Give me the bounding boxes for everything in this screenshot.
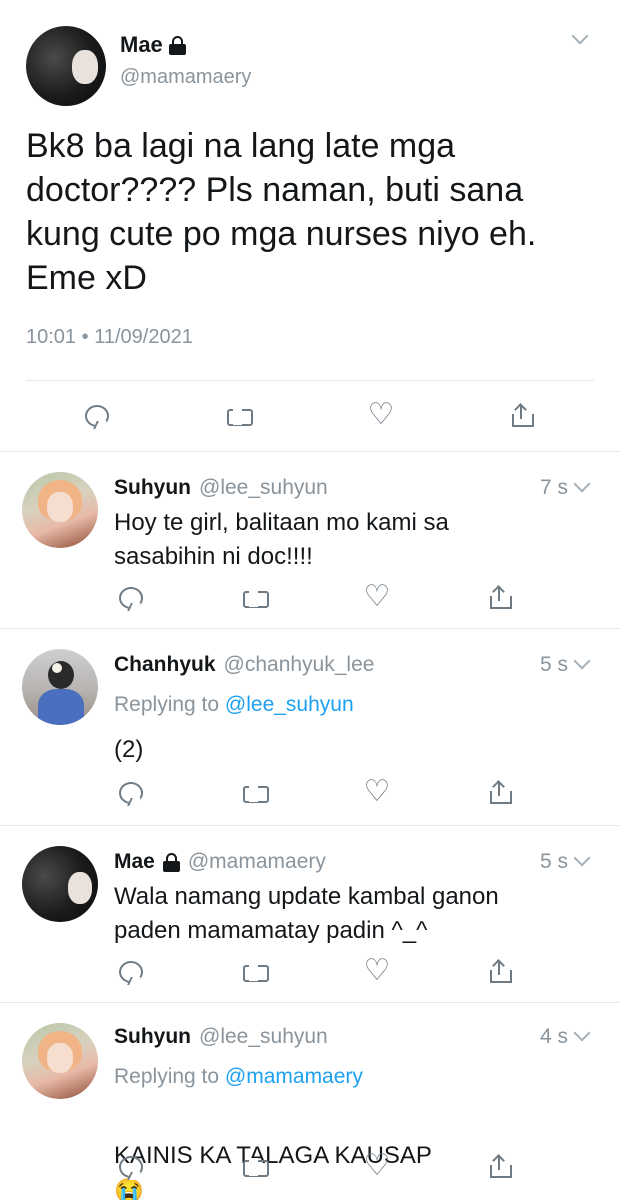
avatar[interactable] [26,26,106,106]
share-icon[interactable] [486,958,516,988]
replying-to: Replying to @mamamaery [114,1065,363,1089]
divider [26,380,594,381]
chevron-down-icon[interactable] [574,655,590,671]
share-icon[interactable] [486,779,516,809]
retweet-icon[interactable] [224,402,254,432]
author-name[interactable]: Mae [120,32,163,58]
reply-icon[interactable] [116,584,146,614]
reply-tweet[interactable]: Mae @mamamaery 5 s Wala namang update ka… [0,826,620,1002]
reply-icon[interactable] [116,1153,146,1183]
reply-author-row: Chanhyuk @chanhyuk_lee [114,653,374,677]
author-handle[interactable]: @mamamaery [120,66,251,89]
chevron-down-icon[interactable] [574,852,590,868]
reply-author-handle[interactable]: @mamamaery [188,850,326,874]
retweet-icon[interactable] [240,584,270,614]
heart-icon[interactable]: ♡ [362,1151,392,1181]
reply-text-row: KAINIS KA TALAGA KAUSAP 😭 [114,1105,594,1200]
reply-time: 5 s [539,653,568,676]
chevron-down-icon[interactable] [574,1027,590,1043]
reply-tweet[interactable]: Suhyun @lee_suhyun 7 s Hoy te girl, bali… [0,452,620,628]
chevron-down-icon[interactable] [574,478,590,494]
avatar[interactable] [22,472,98,548]
meta-separator: • [81,326,89,348]
share-icon[interactable] [486,584,516,614]
crying-face-emoji: 😭 [114,1178,144,1200]
heart-icon[interactable]: ♡ [362,582,392,612]
reply-author-row: Suhyun @lee_suhyun [114,476,328,500]
reply-text: (2) [114,736,144,763]
lock-icon [162,852,180,872]
reply-author-handle[interactable]: @lee_suhyun [199,1025,328,1049]
reply-author-name[interactable]: Suhyun [114,476,191,500]
replying-to-label: Replying to [114,1065,225,1088]
reply-author-name[interactable]: Suhyun [114,1025,191,1049]
replying-to-label: Replying to [114,693,225,716]
lock-icon [168,35,186,55]
retweet-icon[interactable] [240,1153,270,1183]
reply-tweet[interactable]: Chanhyuk @chanhyuk_lee 5 s Replying to @… [0,629,620,825]
avatar[interactable] [22,649,98,725]
replying-to: Replying to @lee_suhyun [114,693,354,717]
reply-tweet[interactable]: Suhyun @lee_suhyun 4 s Replying to @mama… [0,1003,620,1200]
reply-author-handle[interactable]: @lee_suhyun [199,476,328,500]
tweet-timestamp: 10:01 • 11/09/2021 [26,326,193,349]
author-row: Mae [120,32,186,58]
share-icon[interactable] [508,402,538,432]
reply-icon[interactable] [116,958,146,988]
tweet-time: 10:01 [26,326,77,348]
replying-to-mention[interactable]: @mamamaery [225,1065,363,1088]
reply-time: 5 s [539,850,568,873]
chevron-down-icon[interactable] [572,30,588,46]
tweet-text: Bk8 ba lagi na lang late mga doctor???? … [26,127,537,297]
reply-author-name[interactable]: Chanhyuk [114,653,216,677]
reply-time: 4 s [539,1025,568,1048]
avatar-face [72,50,98,84]
heart-icon[interactable]: ♡ [362,777,392,807]
reply-icon[interactable] [82,402,112,432]
avatar[interactable] [22,1023,98,1099]
tweet-date: 11/09/2021 [94,326,193,348]
reply-text: Wala namang update kambal ganon paden ma… [114,883,499,944]
heart-icon[interactable]: ♡ [366,400,396,430]
retweet-icon[interactable] [240,779,270,809]
main-tweet: Mae @mamamaery Bk8 ba lagi na lang late … [0,0,620,450]
reply-time: 7 s [539,476,568,499]
replying-to-mention[interactable]: @lee_suhyun [225,693,354,716]
retweet-icon[interactable] [240,958,270,988]
reply-author-row: Suhyun @lee_suhyun [114,1025,328,1049]
reply-text: Hoy te girl, balitaan mo kami sa sasabih… [114,509,449,570]
share-icon[interactable] [486,1153,516,1183]
heart-icon[interactable]: ♡ [362,956,392,986]
reply-icon[interactable] [116,779,146,809]
reply-author-name[interactable]: Mae [114,850,155,874]
reply-author-handle[interactable]: @chanhyuk_lee [224,653,375,677]
avatar[interactable] [22,846,98,922]
reply-author-row: Mae @mamamaery [114,850,326,874]
